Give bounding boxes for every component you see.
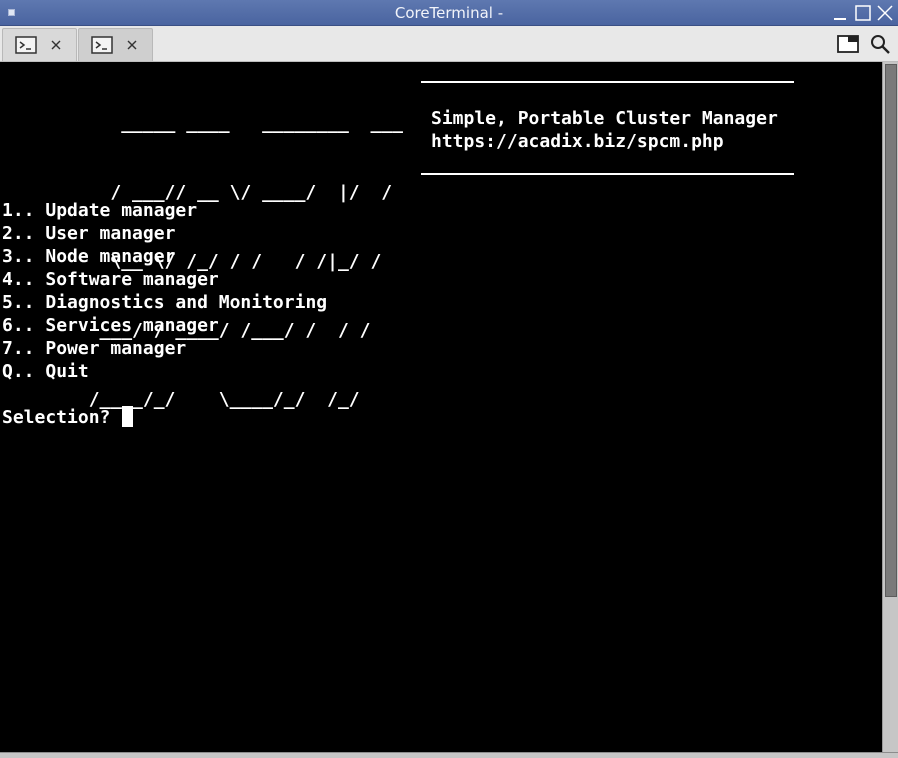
close-window-icon[interactable] <box>876 4 894 22</box>
new-window-icon[interactable] <box>836 33 860 55</box>
prompt-text: Selection? <box>2 407 122 428</box>
menu-key: 2.. <box>2 223 35 244</box>
menu-item-power: 7.. Power manager <box>2 337 186 360</box>
window-titlebar[interactable]: CoreTerminal - <box>0 0 898 26</box>
banner-url: https://acadix.biz/spcm.php <box>431 131 724 152</box>
close-tab-icon[interactable] <box>49 38 63 52</box>
menu-item-update: 1.. Update manager <box>2 199 197 222</box>
terminal-screen[interactable]: _____ ____ ________ ___ / ___// __ \/ __… <box>0 62 882 752</box>
menu-item-software: 4.. Software manager <box>2 268 219 291</box>
tab-terminal-1[interactable] <box>2 28 77 61</box>
minimize-icon[interactable] <box>831 4 849 22</box>
menu-label: User manager <box>45 223 176 244</box>
banner-rule-top <box>421 81 794 83</box>
menu-key: 7.. <box>2 338 35 359</box>
text-cursor <box>122 406 134 427</box>
menu-item-quit: Q.. Quit <box>2 360 89 383</box>
menu-label: Quit <box>45 361 89 382</box>
tab-terminal-2[interactable] <box>78 28 153 61</box>
menu-label: Diagnostics and Monitoring <box>45 292 328 313</box>
menu-label: Node manager <box>45 246 176 267</box>
menu-label: Update manager <box>45 200 198 221</box>
menu-item-node: 3.. Node manager <box>2 245 175 268</box>
window-title: CoreTerminal - <box>394 4 504 22</box>
maximize-icon[interactable] <box>854 4 872 22</box>
scrollbar-thumb[interactable] <box>885 64 897 597</box>
menu-item-services: 6.. Services manager <box>2 314 219 337</box>
menu-label: Services manager <box>45 315 219 336</box>
window-bottom-frame <box>0 752 898 758</box>
menu-label: Power manager <box>45 338 187 359</box>
menu-label: Software manager <box>45 269 219 290</box>
tab-bar <box>0 26 898 62</box>
menu-key: 4.. <box>2 269 35 290</box>
menu-key: 1.. <box>2 200 35 221</box>
menu-key: 3.. <box>2 246 35 267</box>
menu-key: Q.. <box>2 361 35 382</box>
banner-tagline: Simple, Portable Cluster Manager <box>431 108 778 129</box>
terminal-icon <box>15 36 37 54</box>
menu-key: 5.. <box>2 292 35 313</box>
selection-prompt[interactable]: Selection? <box>2 406 134 429</box>
vertical-scrollbar[interactable] <box>882 62 898 752</box>
menu-item-diagnostics: 5.. Diagnostics and Monitoring <box>2 291 327 314</box>
terminal-icon <box>91 36 113 54</box>
menu-item-user: 2.. User manager <box>2 222 175 245</box>
menu-key: 6.. <box>2 315 35 336</box>
search-icon[interactable] <box>868 33 892 55</box>
close-tab-icon[interactable] <box>125 38 139 52</box>
ascii-logo-line: _____ ____ ________ ___ <box>2 113 403 134</box>
banner-rule-bottom <box>421 173 794 175</box>
